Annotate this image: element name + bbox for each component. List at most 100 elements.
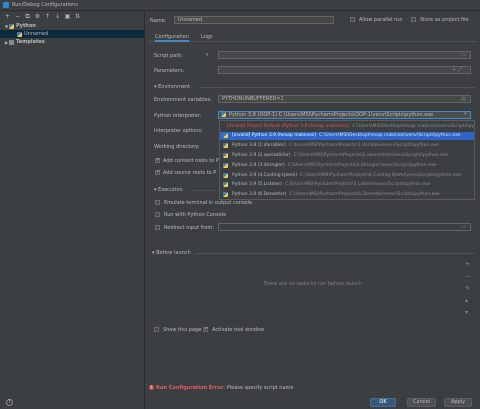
wrench-icon[interactable]: ⚙ <box>34 13 41 20</box>
interpreter-option-path: C:\Users\MSI\Desktop\hesap makinesi\venv… <box>352 123 474 129</box>
error-icon: ! <box>149 385 154 390</box>
move-up-icon[interactable]: ↑ <box>44 13 51 20</box>
interpreter-option[interactable]: Python 3.9 (3.Stringler) C:\Users\MSI\Pyc… <box>220 161 474 169</box>
divider <box>195 253 475 254</box>
redirect-input-field[interactable] <box>218 223 471 231</box>
tree-item-python[interactable]: ▼ Python <box>0 22 144 30</box>
config-tabs: Configuration Logs <box>149 32 477 42</box>
env-vars-input[interactable]: PYTHONUNBUFFERED=1 <box>218 95 471 103</box>
chevron-down-icon[interactable]: ▾ <box>206 52 209 58</box>
ok-button[interactable]: OK <box>370 398 396 407</box>
interpreter-option-name: Python 3.9 (2.operatörler) <box>232 152 291 158</box>
interpreter-option-path: C:\Users\MSI\PycharmProjects\2.operatörl… <box>293 152 448 158</box>
copy-icon[interactable]: ⧉ <box>24 13 31 20</box>
error-text: Please specify script name <box>226 385 294 391</box>
tree-item-label: Unnamed <box>24 31 49 37</box>
interpreter-option-path: C:\Users\MSI\PycharmProjects\1.Variables… <box>289 143 439 149</box>
interpreter-option-path: C:\Users\MSI\PycharmProjects\3.Stringler… <box>287 162 437 168</box>
add-icon[interactable]: + <box>4 13 11 20</box>
sort-icon[interactable]: ⇅ <box>74 13 81 20</box>
apply-button[interactable]: Apply <box>444 398 472 407</box>
execution-section-label: Execution <box>158 187 183 193</box>
python-icon <box>223 192 228 198</box>
python-icon <box>223 143 228 149</box>
redirect-input-checkbox[interactable] <box>155 225 160 230</box>
python-icon <box>9 23 14 29</box>
title-bar: Run/Debug Configurations <box>0 0 480 11</box>
run-config-error: ! Run Configuration Error: Please specify… <box>149 385 293 391</box>
chevron-down-icon[interactable]: ▾ <box>464 111 467 117</box>
remove-icon[interactable]: − <box>14 13 21 20</box>
move-up-icon[interactable]: ▴ <box>465 297 468 304</box>
redirect-input-label: Redirect input from: <box>164 225 214 231</box>
tab-logs[interactable]: Logs <box>201 34 213 42</box>
python-icon <box>223 182 228 188</box>
move-down-icon[interactable]: ↓ <box>54 13 61 20</box>
interpreter-option[interactable]: Python 3.9 (5.Listeler) C:\Users\MSI\Pych… <box>220 181 474 189</box>
add-content-roots-label: Add content roots to P <box>163 158 219 164</box>
interpreter-option-path: C:\Users\MSI\PycharmProjects\6.Demetler\… <box>289 192 440 198</box>
activate-tool-window-label: Activate tool window <box>212 327 265 333</box>
tab-configuration[interactable]: Configuration <box>155 34 189 42</box>
window-title: Run/Debug Configurations <box>12 2 78 8</box>
name-input[interactable]: Unnamed <box>174 16 334 24</box>
tree-item-label: Templates <box>16 39 45 45</box>
remove-task-icon[interactable]: − <box>465 273 470 280</box>
folder-icon[interactable]: ▣ <box>64 13 71 20</box>
parameters-input[interactable] <box>218 66 471 74</box>
tree-item-label: Python <box>16 23 36 29</box>
allow-parallel-checkbox[interactable] <box>350 17 355 22</box>
before-launch-header[interactable]: ▾ Before launch <box>152 250 191 256</box>
folder-icon[interactable]: ▭ <box>461 224 466 230</box>
interpreter-label: Python interpreter: <box>154 113 202 119</box>
emulate-terminal-label: Emulate terminal in output console <box>164 200 253 206</box>
cancel-button[interactable]: Cancel <box>407 398 436 407</box>
interpreter-option-path: C:\Users\MSI\PycharmProjects\4.Casting İ… <box>300 172 461 178</box>
run-with-console-label: Run with Python Console <box>164 212 227 218</box>
interpreter-option-name: Python 3.9 (4.Casting İşlemi) <box>232 172 298 178</box>
folder-icon[interactable]: ▭ <box>461 52 466 58</box>
interpreter-option[interactable]: [invalid] Project Default (Python 3.9 (h… <box>220 122 474 130</box>
interpreter-option[interactable]: [invalid] Python 3.9 (hesap makinesi) C:\… <box>220 131 474 140</box>
help-button[interactable]: ? <box>6 399 13 406</box>
script-path-input[interactable] <box>218 51 471 59</box>
add-source-roots-checkbox[interactable] <box>155 169 160 175</box>
env-vars-label: Environment variables: <box>154 97 212 103</box>
interpreter-option-path: C:\Users\MSI\Desktop\hesap makinesi\venv… <box>319 133 461 139</box>
wrench-icon <box>9 39 14 45</box>
interpreter-option[interactable]: Python 3.8 (1.Variables) C:\Users\MSI\Pyc… <box>220 142 474 150</box>
add-task-icon[interactable]: + <box>465 261 470 268</box>
edit-list-icon[interactable]: ▤ <box>461 96 466 102</box>
interpreter-option[interactable]: Python 3.9 (6.Demetler) C:\Users\MSI\Pych… <box>220 191 474 199</box>
run-with-console-checkbox[interactable] <box>155 212 160 217</box>
activate-tool-window-checkbox[interactable] <box>203 326 208 332</box>
interpreter-selected-value: Python 3.8 (OOP-1) C:\Users\MSI\PycharmP… <box>229 112 434 118</box>
divider <box>200 87 475 88</box>
app-icon <box>3 2 9 8</box>
config-tree-pane: + − ⧉ ⚙ ↑ ↓ ▣ ⇅ ▼ Python Unnamed ▶ Templ… <box>0 11 145 409</box>
move-down-icon[interactable]: ▾ <box>465 309 468 316</box>
add-content-roots-checkbox[interactable] <box>155 157 160 163</box>
tree-item-unnamed[interactable]: Unnamed <box>0 30 144 38</box>
interpreter-option-name: [invalid] Project Default (Python 3.9 (h… <box>227 123 350 129</box>
name-label: Name: <box>150 18 167 24</box>
edit-task-icon[interactable]: ✎ <box>465 285 470 292</box>
show-page-label: Show this page <box>163 327 202 333</box>
interpreter-option[interactable]: Python 3.9 (4.Casting İşlemi) C:\Users\MS… <box>220 171 474 179</box>
expand-icon[interactable]: + ⤢ <box>452 67 462 73</box>
error-title: Run Configuration Error: <box>156 385 226 391</box>
interpreter-option-name: Python 3.9 (6.Demetler) <box>232 192 287 198</box>
interpreter-option-path: C:\Users\MSI\PycharmProjects\5.Listeler\… <box>284 182 431 188</box>
interpreter-select[interactable]: Python 3.8 (OOP-1) C:\Users\MSI\PycharmP… <box>218 111 471 119</box>
store-as-file-checkbox[interactable] <box>411 17 416 22</box>
interpreter-option-name: [invalid] Python 3.9 (hesap makinesi) <box>232 133 317 139</box>
working-directory-label: Working directory: <box>154 144 200 150</box>
tree-item-templates[interactable]: ▶ Templates <box>0 38 144 46</box>
emulate-terminal-checkbox[interactable] <box>155 200 160 205</box>
show-page-checkbox[interactable] <box>154 327 159 332</box>
python-icon <box>223 133 228 139</box>
interpreter-option[interactable]: Python 3.9 (2.operatörler) C:\Users\MSI\P… <box>220 151 474 159</box>
environment-section-header[interactable]: ▾ Environment <box>154 84 190 90</box>
add-source-roots-label: Add source roots to P <box>163 170 217 176</box>
execution-section-header[interactable]: ▾ Execution <box>154 187 183 193</box>
